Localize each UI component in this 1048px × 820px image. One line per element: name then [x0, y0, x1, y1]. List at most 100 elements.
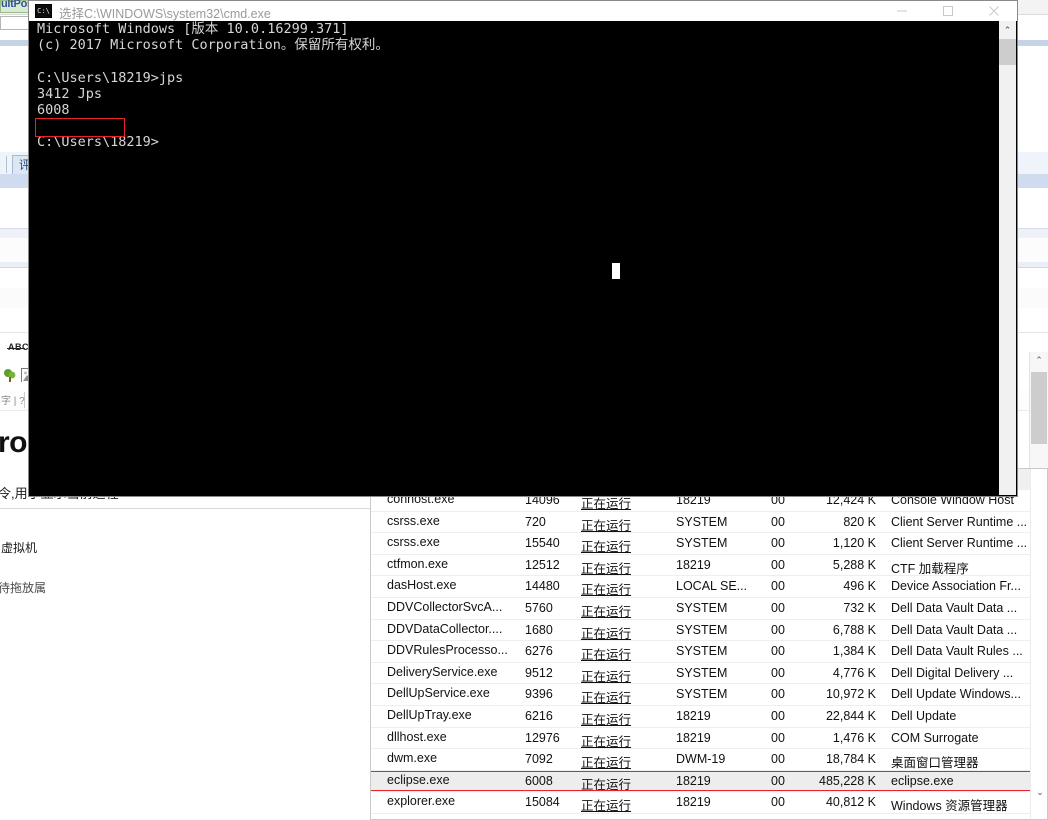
process-user-cell: 18219 [676, 773, 711, 788]
process-pid-cell: 6216 [525, 708, 553, 723]
process-user-cell: LOCAL SE... [676, 579, 748, 594]
process-list-scrollbar[interactable] [1030, 469, 1047, 819]
table-row[interactable]: csrss.exe 720 正在运行 SYSTEM 00 820 K Client Serv… [371, 511, 1031, 534]
process-cpu-cell: 00 [771, 644, 785, 659]
process-cpu-cell: 00 [771, 708, 785, 723]
process-memory-cell: 6,788 K [832, 622, 876, 637]
process-memory-cell: 10,972 K [825, 687, 876, 702]
process-cpu-cell: 00 [771, 557, 785, 572]
process-status-cell: 正在运行 [581, 756, 632, 771]
process-pid-cell: 12976 [525, 730, 560, 745]
spellcheck-icon[interactable]: ABC [8, 342, 29, 352]
process-user-cell: DWM-19 [676, 752, 726, 767]
table-row[interactable]: DDVDataCollector.... 1680 正在运行 SYSTEM 00 6,78… [371, 619, 1031, 642]
process-name-cell: DellUpTray.exe [387, 708, 513, 722]
process-description-cell: eclipse.exe [891, 773, 954, 788]
table-row[interactable]: dwm.exe 7092 正在运行 DWM-19 00 18,784 K 桌面窗口管理器 [371, 749, 1031, 771]
process-description-cell: Windows 资源管理器 [891, 799, 1008, 814]
process-name-cell: DellUpService.exe [387, 686, 513, 700]
table-row[interactable]: DeliveryService.exe 9512 正在运行 SYSTEM 00 4,776… [371, 662, 1031, 685]
process-pid-cell: 9512 [525, 665, 553, 680]
process-user-cell: SYSTEM [676, 622, 728, 637]
process-description-cell: CTF 加载程序 [891, 561, 969, 576]
process-user-cell: SYSTEM [676, 644, 728, 659]
process-name-cell: dwm.exe [387, 751, 513, 765]
process-pid-cell: 15084 [525, 795, 560, 810]
process-user-cell: SYSTEM [676, 687, 728, 702]
process-user-cell: SYSTEM [676, 665, 728, 680]
process-cpu-cell: 00 [771, 622, 785, 637]
table-row[interactable]: DDVRulesProcesso... 6276 正在运行 SYSTEM 00 1,384… [371, 641, 1031, 663]
process-memory-cell: 1,384 K [832, 644, 876, 659]
process-description-cell: Dell Update Windows... [891, 687, 1021, 702]
text-cursor [612, 263, 620, 279]
minimize-button[interactable] [879, 1, 925, 21]
process-name-cell: DDVRulesProcesso... [387, 643, 513, 657]
process-pid-cell: 15540 [525, 536, 560, 551]
cmd-title-bar[interactable]: C:\ 选择C:\WINDOWS\system32\cmd.exe [29, 1, 1017, 21]
process-list[interactable]: conhost.exeC:\14096正在运行182190012,424 KCo… [371, 490, 1031, 819]
process-status-cell: 正在运行 [581, 734, 632, 749]
process-memory-cell: 485,228 K [819, 773, 876, 788]
process-description-cell: 桌面窗口管理器 [891, 756, 979, 771]
scroll-up-icon[interactable]: ⌃ [1030, 352, 1048, 369]
screen: ultPos 评 虚拟机 待拖放属 ABC 字 | ? roc ⌃ conhos… [0, 0, 1048, 820]
table-row[interactable]: dllhost.exe 12976 正在运行 18219 00 1,476 K COM Su… [371, 727, 1031, 750]
process-user-cell: 18219 [676, 557, 711, 572]
process-status-cell: 正在运行 [581, 712, 632, 727]
process-memory-cell: 40,812 K [825, 795, 876, 810]
table-row[interactable]: csrss.exe 15540 正在运行 SYSTEM 00 1,120 K Client … [371, 533, 1031, 555]
list-item-label: 虚拟机 [1, 541, 38, 555]
table-row[interactable]: dasHost.exe 14480 正在运行 LOCAL SE... 00 496 K De… [371, 576, 1031, 598]
process-description-cell: Dell Data Vault Data ... [891, 622, 1018, 637]
table-row[interactable]: eclipse.exe 6008 正在运行 18219 00 485,228 K eclip… [371, 770, 1031, 793]
maximize-button[interactable] [925, 1, 971, 21]
process-status-cell: 正在运行 [581, 799, 632, 814]
table-row[interactable]: DellUpTray.exe 6216 正在运行 18219 00 22,844 K Del… [371, 705, 1031, 728]
process-status-cell: 正在运行 [581, 518, 632, 533]
scroll-up-icon[interactable]: ⌃ [999, 22, 1016, 39]
process-description-cell: Dell Data Vault Rules ... [891, 644, 1023, 659]
process-pid-cell: 12512 [525, 557, 560, 572]
process-status-cell: 正在运行 [581, 691, 632, 706]
process-memory-cell: 5,288 K [832, 557, 876, 572]
table-row[interactable]: ctfmon.exe 12512 正在运行 18219 00 5,288 K CTF 加载程… [371, 554, 1031, 577]
spellcheck-strike [7, 348, 25, 349]
process-name-cell: dllhost.exe [387, 730, 513, 744]
scrollbar-thumb[interactable] [1031, 372, 1047, 444]
process-name-cell: explorer.exe [387, 794, 513, 808]
table-row[interactable]: explorer.exe 15084 正在运行 18219 00 40,812 K Wind… [371, 792, 1031, 814]
process-memory-cell: 18,784 K [825, 752, 876, 767]
window-controls [879, 1, 1017, 21]
process-status-cell: 正在运行 [581, 669, 632, 684]
process-status-cell: 正在运行 [581, 561, 632, 576]
process-user-cell: 18219 [676, 730, 711, 745]
process-pid-cell: 5760 [525, 600, 553, 615]
cmd-scrollbar-thumb[interactable] [999, 39, 1016, 65]
cmd-scrollbar[interactable] [999, 21, 1016, 495]
cmd-console-output-area[interactable]: Microsoft Windows [版本 10.0.16299.371] (c… [29, 21, 1017, 496]
process-cpu-cell: 00 [771, 773, 785, 788]
process-memory-cell: 496 K [843, 579, 876, 594]
table-row[interactable]: DellUpService.exe 9396 正在运行 SYSTEM 00 10,972 … [371, 684, 1031, 706]
tab-separator [6, 156, 7, 173]
process-user-cell: SYSTEM [676, 514, 728, 529]
process-user-cell: 18219 [676, 708, 711, 723]
process-status-cell: 正在运行 [581, 648, 632, 663]
process-description-cell: Dell Update [891, 708, 957, 723]
process-cpu-cell: 00 [771, 600, 785, 615]
close-button[interactable] [971, 1, 1017, 21]
tree-icon[interactable] [3, 368, 18, 383]
process-cpu-cell: 00 [771, 687, 785, 702]
process-status-cell: 正在运行 [581, 540, 632, 555]
table-row[interactable]: DDVCollectorSvcA... 5760 正在运行 SYSTEM 00 732 K… [371, 597, 1031, 620]
process-memory-cell: 732 K [843, 600, 876, 615]
process-status-cell: 正在运行 [581, 777, 632, 792]
process-description-cell: Client Server Runtime ... [891, 536, 1028, 551]
task-manager-inner: conhost.exeC:\14096正在运行182190012,424 KCo… [371, 469, 1047, 819]
process-memory-cell: 22,844 K [825, 708, 876, 723]
process-memory-cell: 1,120 K [832, 536, 876, 551]
process-cpu-cell: 00 [771, 514, 785, 529]
scroll-down-icon[interactable]: ⌄ [1031, 784, 1047, 801]
process-name-cell: dasHost.exe [387, 578, 513, 592]
